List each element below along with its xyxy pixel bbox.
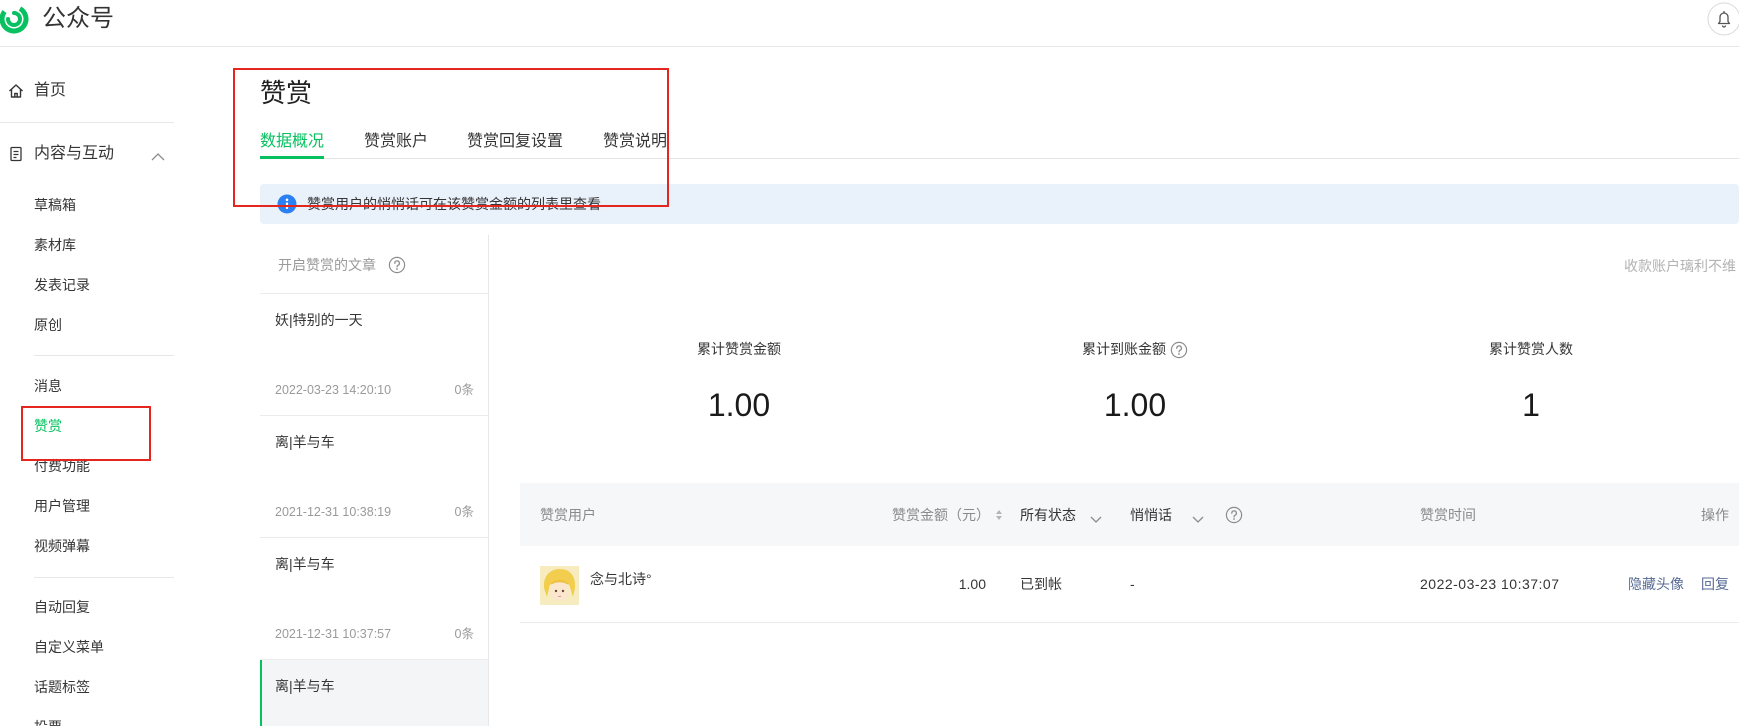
sidebar-item-original[interactable]: 原创 xyxy=(34,315,62,335)
chevron-up-icon[interactable] xyxy=(151,149,165,161)
account-note: 收款账户璃利不维 xyxy=(1624,258,1736,274)
sidebar-item-label: 首页 xyxy=(34,82,67,99)
reward-status: 已到帐 xyxy=(1020,576,1062,592)
article-list-item[interactable]: 妖|特别的一天 2022-03-23 14:20:10 0条 xyxy=(260,294,488,416)
user-avatar-image xyxy=(540,566,579,605)
notice-text: 赞赏用户的悄悄话可在该赞赏金额的列表里查看 xyxy=(307,196,601,212)
reward-article-list: 开启赞赏的文章 妖|特别的一天 2022-03-23 14:20:10 0条 离… xyxy=(260,235,489,726)
sidebar-item-materials[interactable]: 素材库 xyxy=(34,235,76,255)
article-reward-count: 0条 xyxy=(454,505,474,519)
article-title: 妖|特别的一天 xyxy=(275,312,363,328)
article-title: 离|羊与车 xyxy=(275,556,335,572)
sidebar-divider xyxy=(34,355,174,356)
sidebar-section-content[interactable]: 内容与互动 xyxy=(0,139,180,169)
app-title: 公众号 xyxy=(42,5,114,32)
reward-user-name: 念与北诗° xyxy=(590,571,652,587)
sidebar-item-messages[interactable]: 消息 xyxy=(34,376,62,396)
sidebar-section-label: 内容与互动 xyxy=(34,145,115,162)
article-list-item[interactable]: 离|羊与车 2021-12-31 10:38:19 0条 xyxy=(260,416,488,538)
home-icon xyxy=(8,83,24,99)
sidebar-item-auto-reply[interactable]: 自动回复 xyxy=(34,597,90,617)
chevron-down-icon[interactable] xyxy=(1090,511,1102,523)
tab-reward-description[interactable]: 赞赏说明 xyxy=(603,131,667,153)
sidebar-item-vote[interactable]: 投票 xyxy=(34,717,62,726)
sidebar-item-user-management[interactable]: 用户管理 xyxy=(34,496,90,516)
reply-link[interactable]: 回复 xyxy=(1701,574,1729,594)
sidebar-item-publish-records[interactable]: 发表记录 xyxy=(34,275,90,295)
app-root: 公众号 首页 内容与互动 草稿箱 素材库 发表记录 原创 消息 赞赏 付费功能 … xyxy=(0,0,1739,726)
reward-time: 2022-03-23 10:37:07 xyxy=(1420,576,1560,592)
article-reward-count: 0条 xyxy=(454,383,474,397)
question-circle-icon[interactable] xyxy=(388,256,406,274)
active-tab-indicator xyxy=(260,156,324,159)
article-list-header: 开启赞赏的文章 xyxy=(278,257,376,273)
article-time: 2021-12-31 10:38:19 xyxy=(275,505,392,519)
reward-message: - xyxy=(1130,576,1135,592)
reward-amount: 1.00 xyxy=(958,576,986,592)
sidebar-item-paid-features[interactable]: 付费功能 xyxy=(34,456,90,476)
question-circle-icon[interactable] xyxy=(1170,341,1188,359)
stat-total-rewarders-label: 累计赞赏人数 xyxy=(1489,341,1573,357)
bell-icon[interactable] xyxy=(1706,1,1739,37)
info-icon xyxy=(277,194,297,214)
chevron-down-icon[interactable] xyxy=(1192,511,1204,523)
status-filter[interactable]: 所有状态 xyxy=(1020,505,1076,525)
sidebar-item-reward[interactable]: 赞赏 xyxy=(34,416,62,436)
stat-total-reward-value: 1.00 xyxy=(707,387,771,423)
top-header: 公众号 xyxy=(0,0,1739,47)
sidebar-item-home[interactable]: 首页 xyxy=(0,76,180,106)
stat-total-rewarders-value: 1 xyxy=(1522,387,1540,423)
sidebar-item-topic-tags[interactable]: 话题标签 xyxy=(34,677,90,697)
sidebar: 首页 内容与互动 草稿箱 素材库 发表记录 原创 消息 赞赏 付费功能 用户管理… xyxy=(0,48,190,726)
tab-bar-border xyxy=(260,158,1739,159)
question-circle-icon[interactable] xyxy=(1225,506,1243,524)
tab-reward-reply-settings[interactable]: 赞赏回复设置 xyxy=(467,131,563,153)
article-time: 2021-12-31 10:37:57 xyxy=(275,627,392,641)
sidebar-item-vote-clip: 投票 xyxy=(34,717,94,726)
sort-icon[interactable] xyxy=(995,508,1003,522)
sidebar-divider xyxy=(34,577,174,578)
sidebar-item-drafts[interactable]: 草稿箱 xyxy=(34,195,76,215)
stat-total-received-value: 1.00 xyxy=(1103,387,1167,423)
article-title: 离|羊与车 xyxy=(275,434,335,450)
main-content: 赞赏 数据概况 赞赏账户 赞赏回复设置 赞赏说明 赞赏用户的悄悄话可在该赞赏金额… xyxy=(200,48,1739,726)
stat-total-reward-label: 累计赞赏金额 xyxy=(697,341,781,357)
info-notice: 赞赏用户的悄悄话可在该赞赏金额的列表里查看 xyxy=(260,184,1739,224)
column-header-actions: 操作 xyxy=(1701,507,1729,523)
reward-table-header: 赞赏用户 赞赏金额（元） 所有状态 悄悄话 赞赏时间 操作 xyxy=(520,483,1739,546)
column-header-time: 赞赏时间 xyxy=(1420,507,1476,523)
column-header-amount[interactable]: 赞赏金额（元） xyxy=(892,505,990,525)
stat-total-received-label: 累计到账金额 xyxy=(1082,341,1166,357)
article-list-item[interactable]: 离|羊与车 2021-12-31 10:37:57 0条 xyxy=(260,538,488,660)
hide-avatar-link[interactable]: 隐藏头像 xyxy=(1628,574,1684,594)
tab-reward-account[interactable]: 赞赏账户 xyxy=(364,131,428,153)
message-filter[interactable]: 悄悄话 xyxy=(1130,505,1172,525)
sidebar-item-custom-menu[interactable]: 自定义菜单 xyxy=(34,637,104,657)
sidebar-item-video-danmaku[interactable]: 视频弹幕 xyxy=(34,536,90,556)
article-title: 离|羊与车 xyxy=(275,678,335,694)
wechat-official-account-logo-icon[interactable] xyxy=(0,3,32,35)
tab-data-overview[interactable]: 数据概况 xyxy=(260,131,324,153)
page-title: 赞赏 xyxy=(260,78,313,108)
article-list-item-selected[interactable]: 离|羊与车 xyxy=(260,660,488,726)
document-icon xyxy=(8,146,24,162)
stat-total-received: 累计到账金额 xyxy=(985,339,1285,359)
article-reward-count: 0条 xyxy=(454,627,474,641)
column-header-user: 赞赏用户 xyxy=(540,507,596,523)
table-row: 念与北诗° 1.00 已到帐 - 2022-03-23 10:37:07 隐藏头… xyxy=(520,547,1739,623)
article-time: 2022-03-23 14:20:10 xyxy=(275,383,392,397)
sidebar-divider xyxy=(0,122,174,123)
